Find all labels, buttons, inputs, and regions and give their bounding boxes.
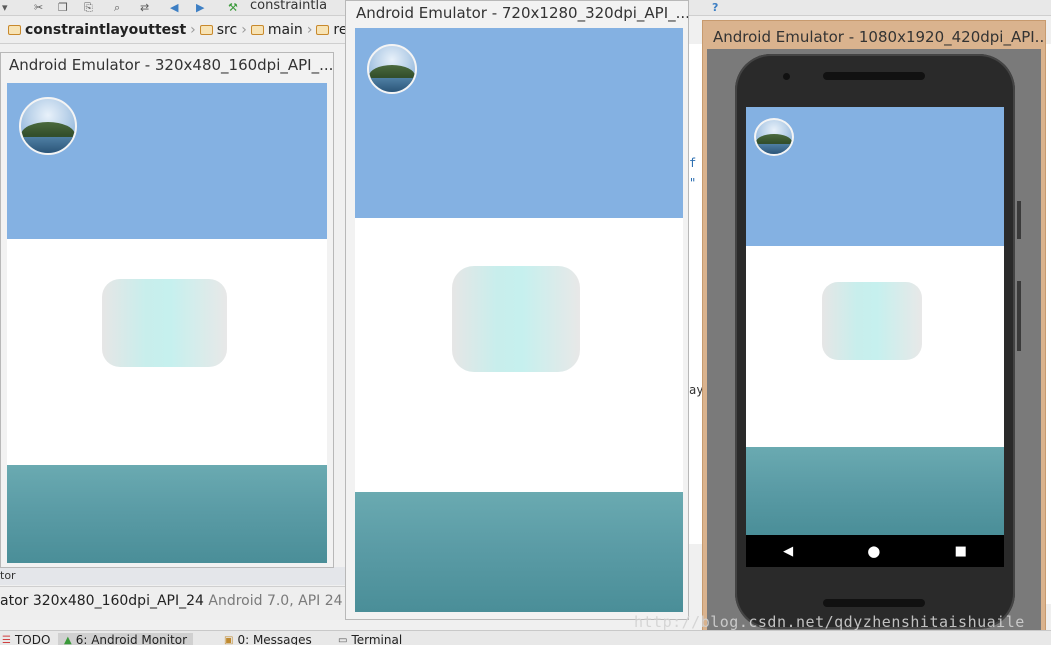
- recents-nav-icon[interactable]: ■: [955, 544, 967, 559]
- messages-icon: ▣: [224, 634, 234, 645]
- tab-label: 0: Messages: [237, 633, 312, 645]
- emulator-status: ator 320x480_160dpi_API_24 Android 7.0, …: [0, 593, 343, 609]
- tab-label: 6: Android Monitor: [75, 633, 188, 645]
- emulator-status-name: ator 320x480_160dpi_API_24: [0, 593, 204, 609]
- volume-button: [1017, 281, 1021, 351]
- avatar[interactable]: [754, 118, 794, 156]
- footer-image: [746, 447, 1004, 535]
- code-fragment: ": [689, 176, 697, 190]
- gradient-card[interactable]: [102, 279, 227, 367]
- build-icon[interactable]: ⚒: [228, 1, 238, 14]
- android-icon: ▲: [64, 634, 72, 645]
- avatar[interactable]: [367, 44, 417, 94]
- tab-terminal[interactable]: ▭ Terminal: [338, 633, 402, 645]
- back-nav-icon[interactable]: ◀: [783, 544, 793, 559]
- bottom-speaker: [823, 599, 925, 607]
- replace-icon[interactable]: ⇄: [140, 1, 149, 14]
- search-icon[interactable]: ⌕: [114, 1, 120, 15]
- tool-window-bar: ☰ TODO ▲ 6: Android Monitor ▣ 0: Messages ▭…: [0, 630, 1051, 645]
- status-line: tor: [0, 567, 345, 585]
- window-title[interactable]: Android Emulator - 720x1280_320dpi_API_.…: [346, 1, 688, 27]
- breadcrumb-item-main[interactable]: main: [247, 22, 307, 38]
- power-button: [1017, 201, 1021, 239]
- avatar-water: [369, 78, 415, 92]
- home-nav-icon[interactable]: ●: [867, 542, 880, 560]
- forward-icon[interactable]: ▶: [196, 1, 204, 14]
- watermark: http://blog.csdn.net/qdyzhenshitaishuail…: [634, 613, 1025, 631]
- footer-image: [355, 492, 683, 612]
- avatar[interactable]: [19, 97, 77, 155]
- breadcrumb-label: main: [267, 21, 303, 38]
- top-speaker: [823, 72, 925, 80]
- terminal-icon: ▭: [338, 634, 348, 645]
- code-fragment: f: [689, 156, 697, 170]
- navigation-bar: ◀ ● ■: [746, 535, 1004, 567]
- top-tab-label[interactable]: constraintla: [250, 0, 327, 13]
- tab-todo[interactable]: ☰ TODO: [2, 633, 50, 645]
- todo-icon: ☰: [2, 634, 11, 645]
- gradient-card[interactable]: [822, 282, 922, 360]
- breadcrumb-item-project[interactable]: constraintlayouttest: [4, 22, 190, 38]
- paste-icon[interactable]: ⎘: [84, 1, 93, 15]
- tab-messages[interactable]: ▣ 0: Messages: [224, 633, 312, 645]
- tab-label: Terminal: [351, 633, 403, 645]
- footer-image: [7, 465, 327, 563]
- window-title[interactable]: Android Emulator - 320x480_160dpi_API_..…: [1, 53, 333, 79]
- emulator-window-320x480[interactable]: Android Emulator - 320x480_160dpi_API_..…: [0, 52, 334, 568]
- gradient-card[interactable]: [452, 266, 580, 372]
- tab-android-monitor[interactable]: ▲ 6: Android Monitor: [58, 633, 194, 645]
- emulator-window-720x1280[interactable]: Android Emulator - 720x1280_320dpi_API_.…: [345, 0, 689, 620]
- emulator-status-api: Android 7.0, API 24: [208, 593, 343, 609]
- device-screen[interactable]: ◀ ● ■: [746, 107, 1004, 567]
- camera-icon: [783, 73, 790, 80]
- window-title[interactable]: Android Emulator - 1080x1920_420dpi_API.…: [703, 25, 1045, 51]
- breadcrumb-item-src[interactable]: src: [196, 22, 241, 38]
- cut-icon[interactable]: ✂: [34, 1, 43, 14]
- tab-label: TODO: [14, 633, 51, 645]
- device-screen[interactable]: [7, 83, 327, 563]
- folder-icon: [250, 24, 264, 35]
- breadcrumb-label: constraintlayouttest: [25, 21, 187, 38]
- avatar-water: [21, 136, 75, 153]
- breadcrumb: constraintlayouttest › src › main › res: [0, 16, 355, 44]
- back-icon[interactable]: ◀: [170, 1, 178, 14]
- dropdown-icon[interactable]: ▾: [2, 1, 8, 14]
- folder-icon: [316, 24, 330, 35]
- avatar-water: [756, 143, 792, 154]
- folder-icon: [199, 24, 213, 35]
- breadcrumb-label: src: [216, 21, 238, 38]
- folder-icon: [8, 24, 21, 35]
- device-screen[interactable]: [355, 28, 683, 612]
- copy-icon[interactable]: ❐: [58, 1, 68, 14]
- emulator-window-1080x1920[interactable]: Android Emulator - 1080x1920_420dpi_API.…: [702, 20, 1046, 642]
- phone-frame: ◀ ● ■: [735, 54, 1015, 629]
- help-icon[interactable]: ?: [712, 1, 718, 14]
